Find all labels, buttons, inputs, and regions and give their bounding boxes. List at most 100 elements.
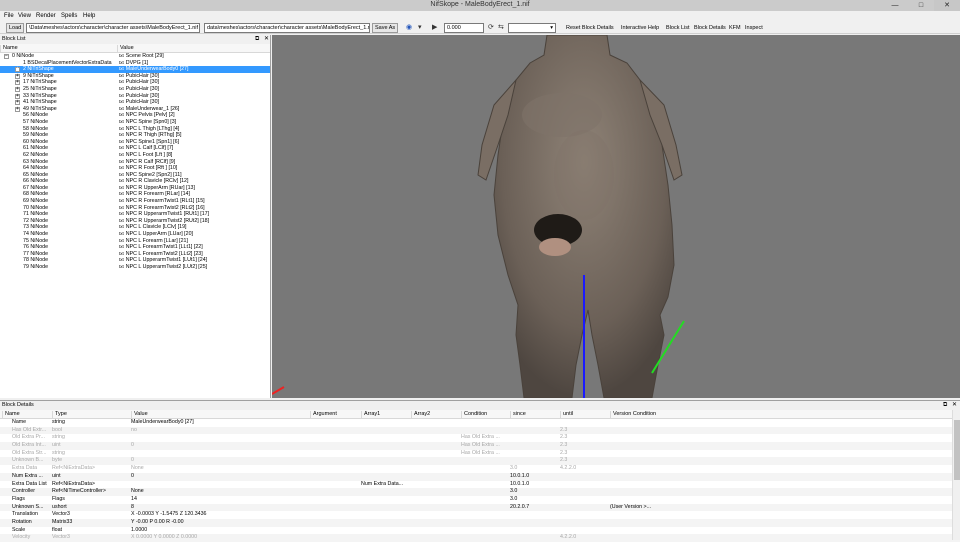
block-tree-row[interactable]: 65 NiNode txt NPC Spine2 [Spn2] [11]: [0, 172, 270, 179]
details-cell[interactable]: X 0.0000 Y 0.0000 Z 0.0000: [131, 534, 309, 542]
close-icon[interactable]: ✕: [952, 401, 957, 410]
details-column-header[interactable]: Type: [52, 411, 130, 419]
details-cell[interactable]: 14: [131, 496, 309, 504]
details-row[interactable]: Unknown B... byte 0 2.3: [0, 457, 960, 466]
expand-icon[interactable]: +: [15, 80, 20, 86]
details-row[interactable]: Old Extra Str... string Has Old Extra ... 2…: [0, 450, 960, 458]
details-row[interactable]: Controller Ref<NiTimeController> None 3.0: [0, 488, 960, 496]
minimize-button[interactable]: —: [882, 0, 908, 11]
block-tree-row[interactable]: 69 NiNode txt NPC R ForearmTwist1 [RLt1] […: [0, 198, 270, 205]
details-row[interactable]: Name string MaleUnderwearBody0 [27]: [0, 419, 960, 427]
menu-render[interactable]: Render: [36, 13, 56, 19]
expand-icon[interactable]: +: [15, 100, 20, 106]
menu-file[interactable]: File: [4, 13, 14, 19]
details-row[interactable]: Old Extra Int... uint 0 Has Old Extra ... 2.…: [0, 442, 960, 450]
block-tree-row[interactable]: 67 NiNode txt NPC R UpperArm [RUar] [13]: [0, 185, 270, 192]
sequence-icon[interactable]: ⇆: [498, 24, 504, 32]
block-tree-row[interactable]: 61 NiNode txt NPC L Calf [LClf] [7]: [0, 145, 270, 152]
details-cell[interactable]: None: [131, 488, 309, 496]
details-row[interactable]: Velocity Vector3 X 0.0000 Y 0.0000 Z 0.000…: [0, 534, 960, 542]
block-details-toggle[interactable]: Block Details: [694, 25, 726, 31]
block-tree-row[interactable]: 79 NiNode txt NPC L UpperarmTwist2 [LUt2] …: [0, 264, 270, 271]
float-icon[interactable]: ⧉: [943, 401, 947, 410]
block-tree-row[interactable]: 70 NiNode txt NPC R ForearmTwist2 [RLt2] […: [0, 205, 270, 212]
details-column-header[interactable]: Name: [2, 411, 50, 419]
details-scrollbar[interactable]: [952, 410, 960, 540]
details-cell[interactable]: Y -0.00 P 0.00 R -0.00: [131, 519, 309, 527]
block-tree-row[interactable]: 73 NiNode txt NPC L Clavicle [LClv] [19]: [0, 224, 270, 231]
details-row[interactable]: Has Old Extr... bool no 2.3: [0, 426, 960, 435]
block-tree-row[interactable]: 1 BSDecalPlacementVectorExtraData txt DVPG…: [0, 60, 270, 67]
expand-icon[interactable]: +: [15, 73, 20, 79]
block-tree-row[interactable]: 63 NiNode txt NPC R Calf [RClf] [9]: [0, 159, 270, 166]
inspect-toggle[interactable]: Inspect: [745, 25, 763, 31]
details-cell[interactable]: MaleUnderwearBody0 [27]: [131, 419, 309, 427]
block-tree-row[interactable]: +17 NiTriShape txt PubicHair [30]: [0, 79, 270, 86]
details-column-header[interactable]: since: [510, 411, 559, 419]
save-as-button[interactable]: Save As: [372, 23, 399, 33]
close-button[interactable]: ✕: [934, 0, 960, 11]
menu-view[interactable]: View: [18, 13, 31, 19]
expand-icon[interactable]: +: [15, 106, 20, 112]
block-tree-row[interactable]: 74 NiNode txt NPC L UpperArm [LUar] [20]: [0, 231, 270, 238]
float-icon[interactable]: ⧉: [255, 35, 259, 44]
details-cell[interactable]: 0: [131, 442, 309, 450]
block-tree-row[interactable]: +2 NiTriShape txt MaleUnderwearBody0 [27]: [0, 66, 270, 73]
details-row[interactable]: Extra Data List Ref<NiExtraData> Num Extra…: [0, 481, 960, 489]
collapse-icon[interactable]: −: [4, 54, 9, 59]
time-input[interactable]: 0.000: [444, 23, 484, 33]
details-row[interactable]: Num Extra ... uint 0 10.0.1.0: [0, 472, 960, 481]
block-tree-row[interactable]: 66 NiNode txt NPC R Clavicle [RClv] [12]: [0, 178, 270, 185]
block-tree-row[interactable]: 58 NiNode txt NPC L Thigh [LThg] [4]: [0, 126, 270, 133]
interactive-help-button[interactable]: Interactive Help: [621, 25, 659, 31]
block-tree-row[interactable]: 75 NiNode txt NPC L Forearm [LLar] [21]: [0, 238, 270, 245]
details-cell[interactable]: X -0.0003 Y -1.5475 Z 120.3436: [131, 511, 309, 519]
expand-icon[interactable]: +: [15, 93, 20, 99]
details-cell[interactable]: 0: [131, 473, 309, 481]
menu-help[interactable]: Help: [83, 13, 95, 19]
block-tree-row[interactable]: 78 NiNode txt NPC L UpperarmTwist1 [LUt1] …: [0, 257, 270, 264]
column-name[interactable]: Name: [0, 45, 18, 53]
details-cell[interactable]: 8: [131, 504, 309, 512]
block-tree-row[interactable]: −0 NiNode txt Scene Root [29]: [0, 53, 270, 60]
details-column-header[interactable]: Array1: [361, 411, 410, 419]
menu-spells[interactable]: Spells: [61, 13, 77, 19]
details-row[interactable]: Translation Vector3 X -0.0003 Y -1.5475 Z …: [0, 511, 960, 519]
block-tree-row[interactable]: 62 NiNode txt NPC L Foot [Lft ] [8]: [0, 152, 270, 159]
details-column-header[interactable]: Value: [131, 411, 309, 419]
block-tree-row[interactable]: 68 NiNode txt NPC R Forearm [RLar] [14]: [0, 191, 270, 198]
maximize-button[interactable]: □: [908, 0, 934, 11]
block-tree-row[interactable]: +49 NiTriShape txt MaleUnderwear_1 [26]: [0, 106, 270, 113]
animation-select[interactable]: ▾: [508, 23, 556, 33]
block-tree-row[interactable]: 57 NiNode txt NPC Spine [Spn0] [3]: [0, 119, 270, 126]
details-column-header[interactable]: Version Condition: [610, 411, 660, 419]
load-button[interactable]: Load: [6, 23, 25, 33]
details-column-header[interactable]: Array2: [411, 411, 460, 419]
expand-icon[interactable]: +: [15, 67, 20, 73]
block-tree-row[interactable]: 72 NiNode txt NPC R UpperarmTwist2 [RUt2] …: [0, 218, 270, 225]
chevron-down-icon[interactable]: ▾: [418, 24, 422, 32]
details-cell[interactable]: 0: [131, 457, 309, 465]
play-icon[interactable]: ▶: [432, 24, 437, 32]
column-value[interactable]: Value: [117, 45, 134, 53]
close-icon[interactable]: ✕: [264, 35, 269, 44]
expand-icon[interactable]: +: [15, 86, 20, 92]
details-cell[interactable]: no: [131, 427, 309, 435]
block-tree-row[interactable]: +41 NiTriShape txt PubicHair [30]: [0, 99, 270, 106]
details-column-header[interactable]: Argument: [310, 411, 360, 419]
block-tree-row[interactable]: 60 NiNode txt NPC Spine1 [Spn1] [6]: [0, 139, 270, 146]
block-tree-row[interactable]: 64 NiNode txt NPC R Foot [Rft ] [10]: [0, 165, 270, 172]
block-tree-row[interactable]: 71 NiNode txt NPC R UpperarmTwist1 [RUt1] …: [0, 211, 270, 218]
block-tree-row[interactable]: +33 NiTriShape txt PubicHair [30]: [0, 93, 270, 100]
details-row[interactable]: Scale float 1.0000: [0, 527, 960, 535]
block-list-toggle[interactable]: Block List: [666, 25, 690, 31]
block-tree-row[interactable]: 77 NiNode txt NPC L ForearmTwist2 [LLt2] […: [0, 251, 270, 258]
render-viewport[interactable]: [272, 35, 960, 398]
details-row[interactable]: Extra Data Ref<NiExtraData> None 3.0 4.2.2.0: [0, 465, 960, 473]
save-path-input[interactable]: data\meshes\actors\character\character a…: [204, 23, 370, 33]
loop-icon[interactable]: ⟳: [488, 24, 494, 32]
block-tree-row[interactable]: 56 NiNode txt NPC Pelvis [Pelv] [2]: [0, 112, 270, 119]
details-row[interactable]: Unknown S... ushort 8 20.2.0.7 (User Version…: [0, 503, 960, 512]
details-row[interactable]: Flags Flags 14 3.0: [0, 496, 960, 504]
reset-block-details-button[interactable]: Reset Block Details: [566, 25, 614, 31]
